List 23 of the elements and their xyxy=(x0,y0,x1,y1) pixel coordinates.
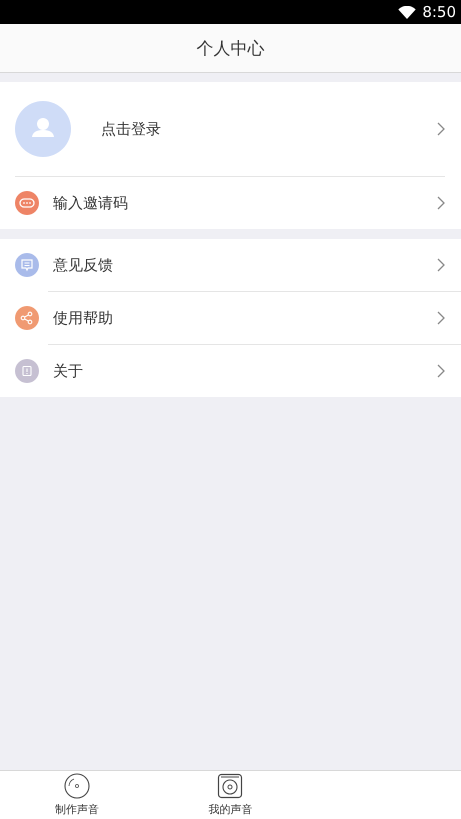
menu-item[interactable]: 使用帮助 xyxy=(0,292,461,344)
tab[interactable]: 制作声音 xyxy=(0,771,154,819)
menu-label: 关于 xyxy=(53,362,84,380)
clock-time: 8:50 xyxy=(422,3,456,21)
tab[interactable]: 我的声音 xyxy=(154,771,308,819)
menu-label: 使用帮助 xyxy=(53,308,114,328)
wifi-icon xyxy=(398,6,416,18)
menu-item[interactable]: 关于 xyxy=(0,345,461,397)
disc-icon xyxy=(64,773,90,799)
chevron-icon xyxy=(437,364,445,378)
page-title: 个人中心 xyxy=(196,38,264,60)
record-icon xyxy=(217,773,244,799)
chevron-icon xyxy=(437,122,445,136)
login-row[interactable]: 点击登录 xyxy=(0,82,461,176)
login-label: 点击登录 xyxy=(101,120,162,138)
menu-label: 意见反馈 xyxy=(53,256,114,274)
chevron-icon xyxy=(437,311,445,325)
menu-item[interactable]: 输入邀请码 xyxy=(0,177,461,229)
avatar-icon xyxy=(15,101,71,157)
menu-label: 输入邀请码 xyxy=(53,194,129,212)
chevron-icon xyxy=(437,196,445,210)
menu-item[interactable]: 意见反馈 xyxy=(0,239,461,291)
chevron-icon xyxy=(437,258,445,272)
